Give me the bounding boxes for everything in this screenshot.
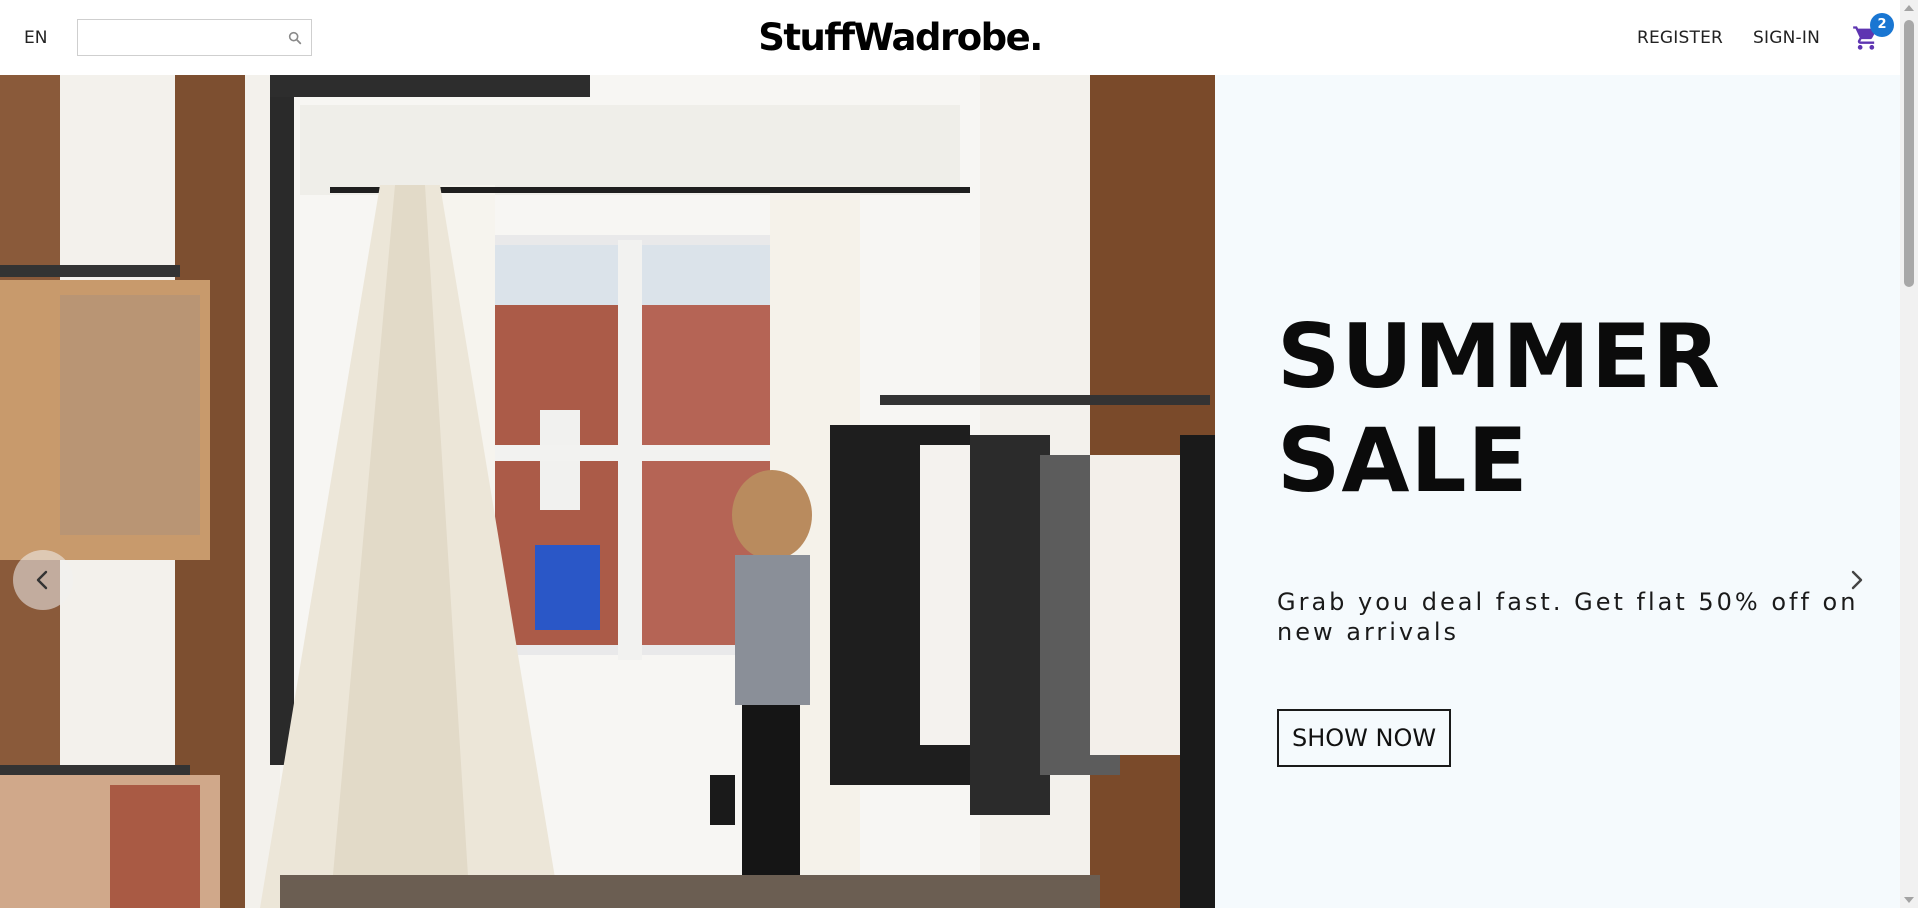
signin-link[interactable]: SIGN-IN — [1753, 28, 1820, 48]
search-icon[interactable] — [287, 30, 303, 46]
hero-photo — [0, 75, 1215, 908]
language-selector[interactable]: EN — [24, 28, 47, 48]
cart-count-badge: 2 — [1870, 12, 1894, 37]
hero-slider: SUMMER SALE Grab you deal fast. Get flat… — [0, 75, 1900, 908]
chevron-left-icon — [36, 570, 48, 590]
navbar-left: EN — [0, 19, 620, 56]
scroll-thumb[interactable] — [1904, 20, 1914, 287]
hero-image — [0, 75, 1215, 908]
cart-button[interactable]: 2 — [1852, 12, 1894, 52]
slider-prev-button[interactable] — [13, 550, 73, 610]
chevron-right-icon — [1851, 570, 1863, 590]
show-now-button[interactable]: SHOW NOW — [1277, 709, 1452, 767]
slide-description: Grab you deal fast. Get flat 50% off on … — [1277, 588, 1859, 646]
register-link[interactable]: REGISTER — [1637, 28, 1723, 48]
search-input[interactable] — [78, 20, 288, 55]
navbar-right: REGISTER SIGN-IN 2 — [1500, 12, 1900, 52]
navbar: EN StuffWadrobe. REGISTER SIGN-IN 2 — [0, 0, 1900, 75]
search-container[interactable] — [77, 19, 313, 56]
slide-info: SUMMER SALE Grab you deal fast. Get flat… — [1215, 75, 1900, 908]
slide-title: SUMMER SALE — [1277, 305, 1721, 512]
scroll-up-arrow-icon[interactable] — [1904, 5, 1914, 11]
page-scrollbar[interactable] — [1900, 0, 1918, 908]
scroll-down-arrow-icon[interactable] — [1904, 897, 1914, 903]
slider-next-button[interactable] — [1826, 550, 1886, 610]
brand-logo[interactable]: StuffWadrobe. — [758, 16, 1043, 59]
